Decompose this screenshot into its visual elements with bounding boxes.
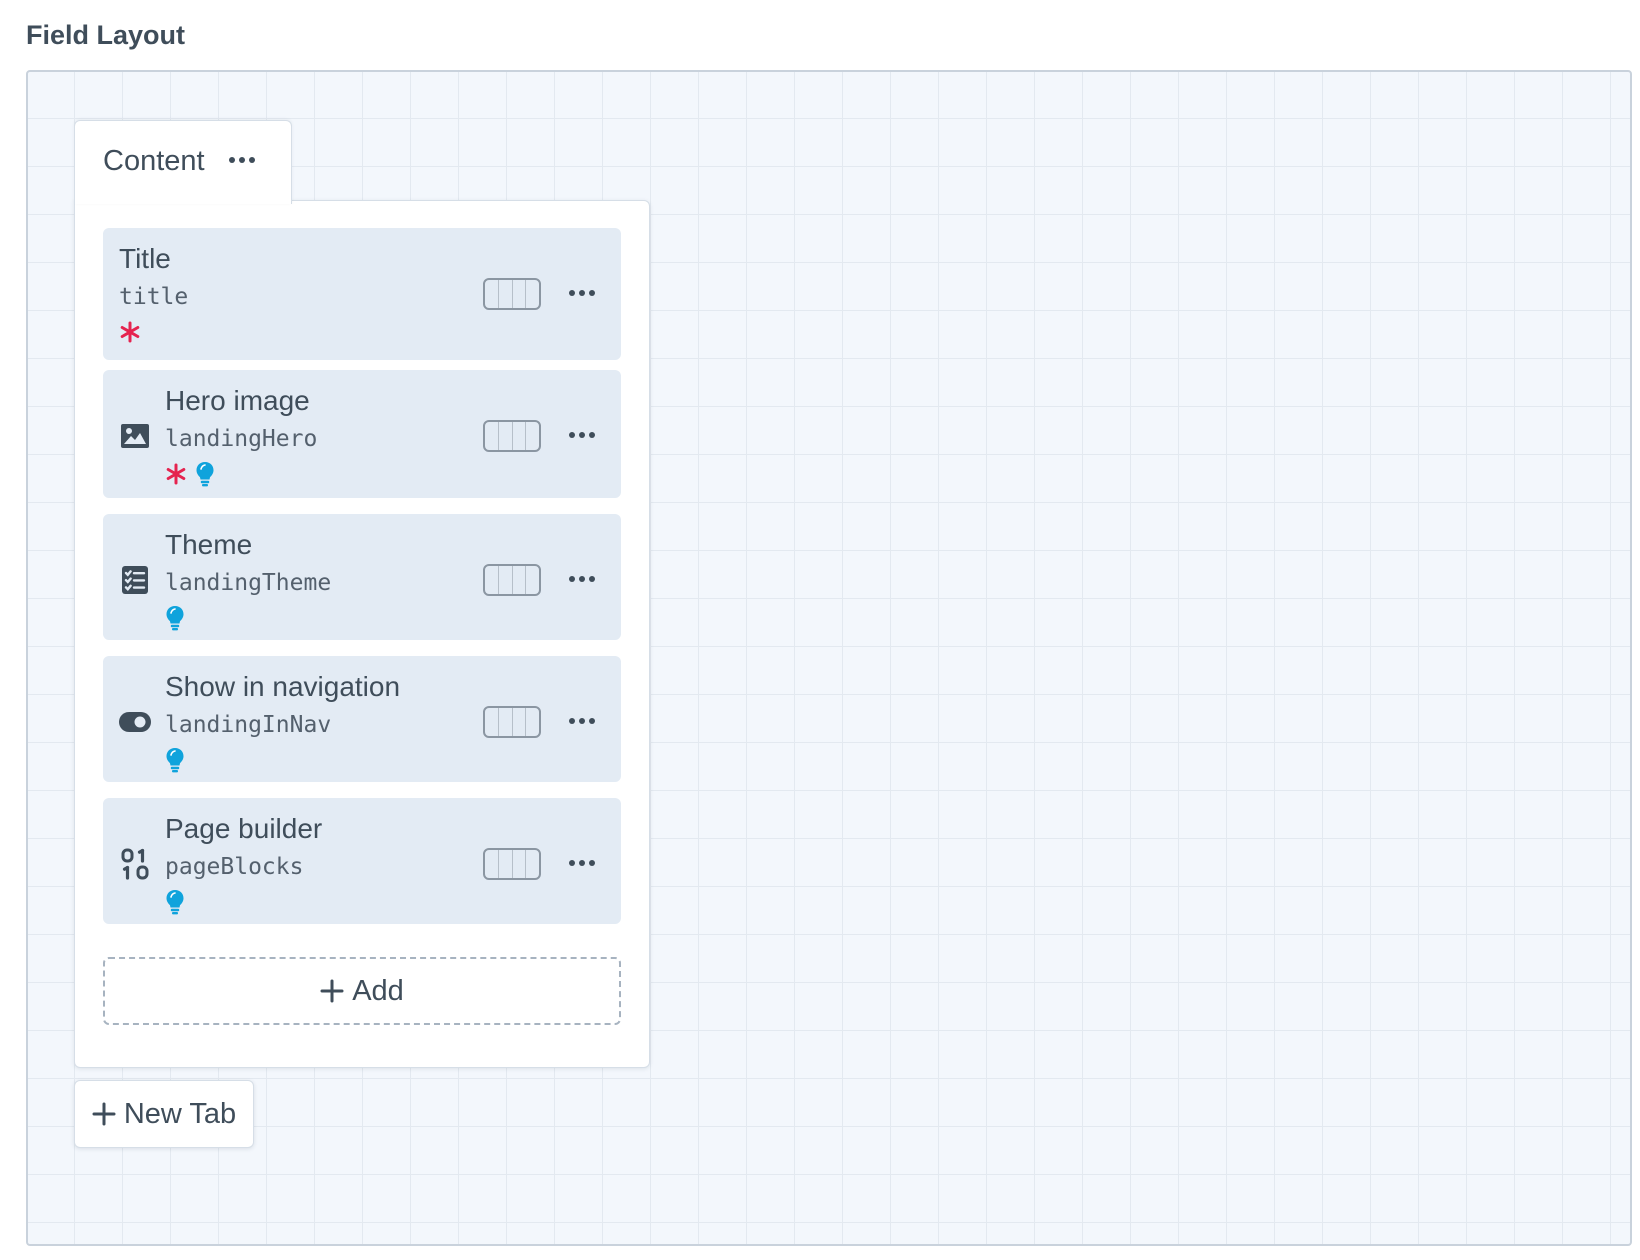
width-toggle[interactable] <box>483 278 541 310</box>
field-name: Theme <box>165 529 253 560</box>
width-toggle[interactable] <box>483 564 541 596</box>
tab-actions-menu[interactable] <box>229 157 255 163</box>
field-name: Page builder <box>165 813 323 844</box>
field-handle: pageBlocks <box>165 854 304 880</box>
field-handle: title <box>119 284 189 310</box>
toggle-icon <box>119 706 151 738</box>
tab-body: Title title Hero image landingHero Theme… <box>74 200 650 1068</box>
new-tab-button[interactable]: New Tab <box>74 1080 254 1148</box>
field-theme[interactable]: Theme landingTheme <box>103 514 621 640</box>
field-actions-menu[interactable] <box>569 290 595 296</box>
section-heading: Field Layout <box>26 20 186 50</box>
lightbulb-icon <box>165 889 185 920</box>
list-icon <box>119 564 151 596</box>
width-toggle[interactable] <box>483 420 541 452</box>
field-hero-image[interactable]: Hero image landingHero <box>103 370 621 498</box>
field-page-builder[interactable]: Page builder pageBlocks <box>103 798 621 924</box>
binary-icon <box>119 848 151 880</box>
field-actions-menu[interactable] <box>569 576 595 582</box>
width-toggle[interactable] <box>483 706 541 738</box>
new-tab-label: New Tab <box>123 1097 237 1130</box>
plus-icon <box>92 1102 116 1126</box>
field-actions-menu[interactable] <box>569 860 595 866</box>
field-handle: landingTheme <box>165 570 332 596</box>
field-name: Title <box>119 243 171 274</box>
tab-label: Content <box>103 145 205 177</box>
lightbulb-icon <box>165 747 185 778</box>
lightbulb-icon <box>195 461 215 492</box>
field-name: Show in navigation <box>165 671 401 702</box>
image-icon <box>119 420 151 452</box>
required-icon <box>165 463 187 490</box>
add-label: Add <box>352 974 404 1007</box>
field-actions-menu[interactable] <box>569 718 595 724</box>
field-layout-designer: Content Title title Hero image landingHe… <box>26 70 1632 1246</box>
width-toggle[interactable] <box>483 848 541 880</box>
tab-content[interactable]: Content <box>74 120 292 204</box>
field-title[interactable]: Title title <box>103 228 621 360</box>
required-icon <box>119 321 141 348</box>
add-field-button[interactable]: Add <box>103 957 621 1025</box>
field-show-in-navigation[interactable]: Show in navigation landingInNav <box>103 656 621 782</box>
field-handle: landingHero <box>165 426 318 452</box>
plus-icon <box>320 979 344 1003</box>
lightbulb-icon <box>165 605 185 636</box>
field-name: Hero image <box>165 385 310 416</box>
field-handle: landingInNav <box>165 712 332 738</box>
field-actions-menu[interactable] <box>569 432 595 438</box>
